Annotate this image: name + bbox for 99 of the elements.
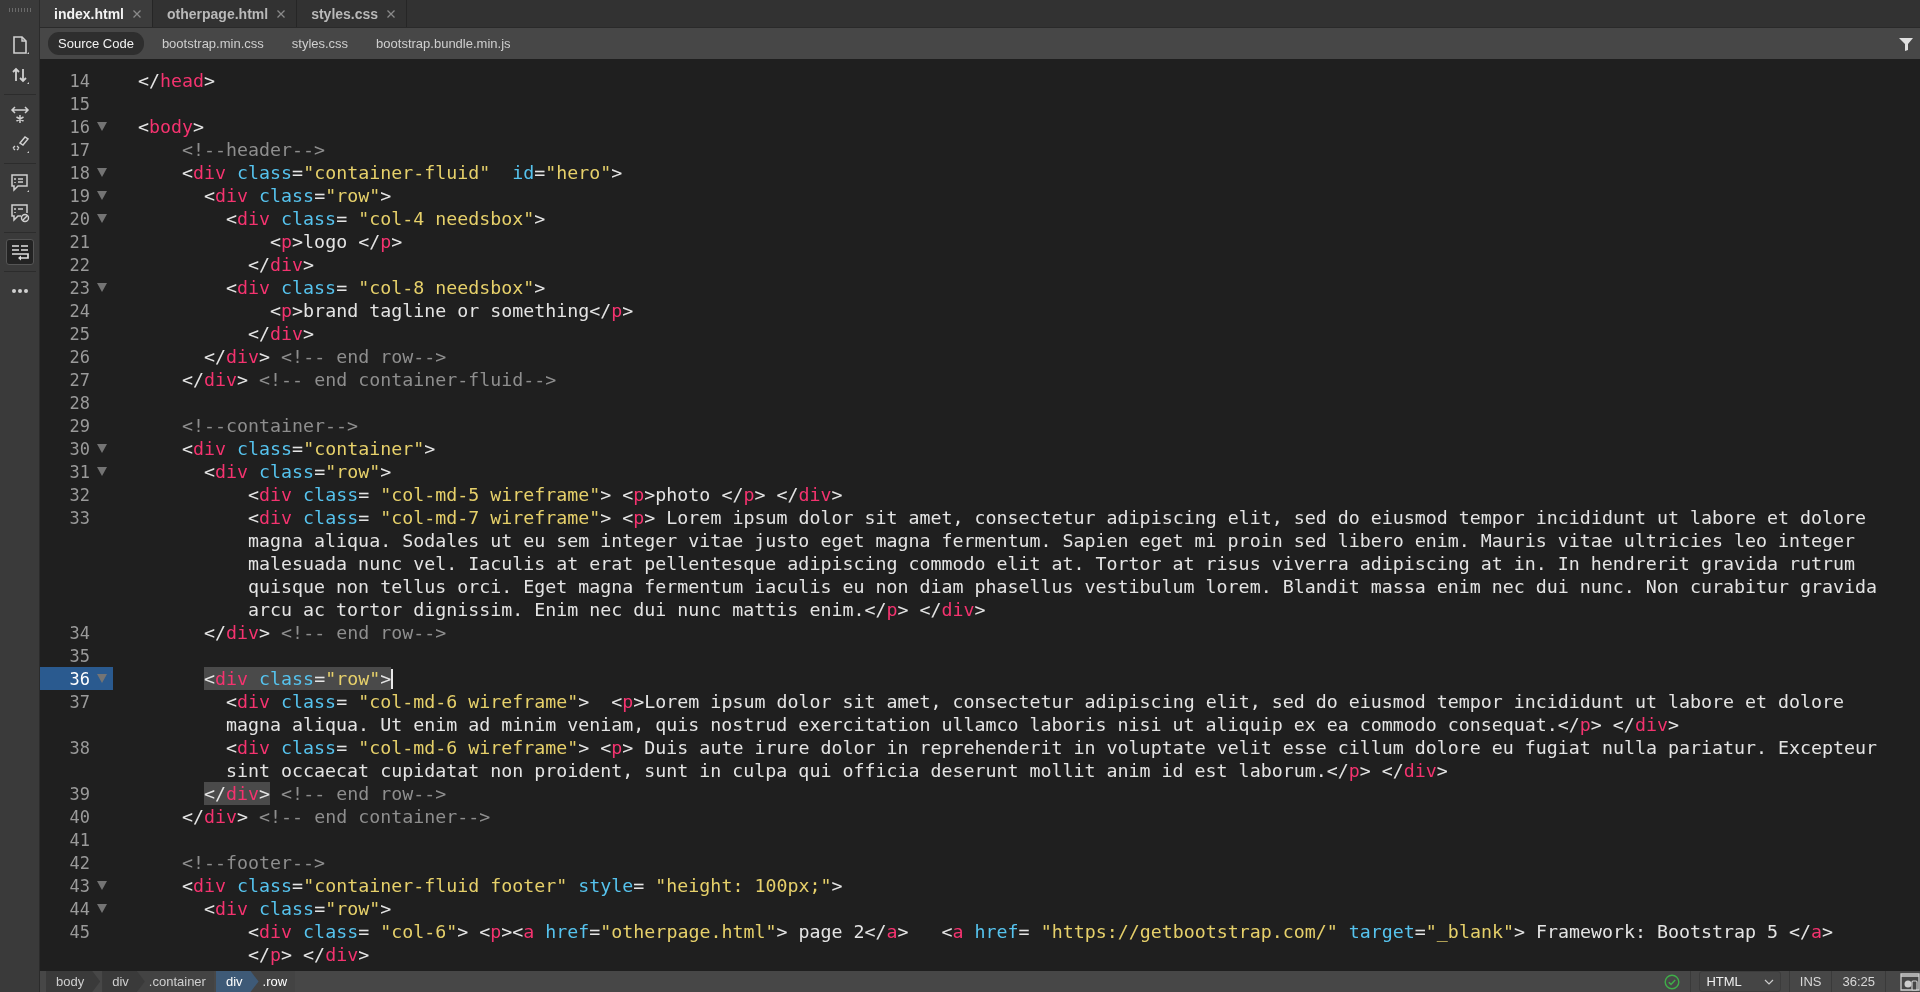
breadcrumb[interactable]: body	[46, 971, 101, 992]
code-line: magna aliqua. Ut enim ad minim veniam, quis nostrud exercitation ullamco laboris nisi ut aliquip ex ea commodo consequat.</p> </div>	[225, 713, 1679, 736]
code-line: <div class= "col-md-6 wireframe"> <p>Lorem ipsum dolor sit amet, consectetur adipiscing elit, sed do eiusmod tempor incididunt ut labore et dolore	[225, 690, 1844, 713]
fold-arrow-icon[interactable]	[96, 904, 107, 913]
code-line: </div> <!-- end container-fluid-->	[181, 368, 557, 391]
close-icon[interactable]	[132, 8, 142, 19]
line-number: 22	[68, 254, 90, 275]
line-number: 28	[68, 392, 90, 413]
related-file-tab[interactable]: styles.css	[281, 32, 359, 55]
line-number: 40	[68, 806, 90, 827]
related-file-tab[interactable]: bootstrap.bundle.min.js	[366, 32, 521, 55]
expand-arrows-icon	[9, 104, 30, 124]
line-number: 18	[68, 162, 90, 183]
code-line: </div>	[247, 253, 315, 276]
code-line: <p>logo </p>	[269, 230, 403, 253]
code-line: <div class= "col-6"> <p><a href="otherpage.html"> page 2</a> <a href= "https://getbootstrap.com/" target="_blank"> Framework: Bootstrap 5 </a>	[247, 920, 1834, 943]
code-line: </div> <!-- end container-->	[181, 805, 491, 828]
code-line: <div class= "col-4 needsbox">	[225, 207, 546, 230]
comment-icon	[9, 173, 30, 193]
more-icon	[11, 289, 28, 293]
close-icon[interactable]	[386, 8, 397, 19]
line-number: 32	[68, 484, 90, 505]
line-number: 27	[68, 369, 90, 390]
line-number: 42	[68, 852, 90, 873]
toolbar-button[interactable]	[5, 239, 34, 265]
line-number: 33	[68, 507, 90, 528]
code-line: <body>	[138, 115, 205, 138]
comment-off-icon	[9, 203, 30, 223]
line-number: 35	[68, 645, 90, 666]
code-line: <div class="row">	[203, 460, 392, 483]
code-line: </head>	[138, 69, 216, 92]
code-line: <div class= "col-md-5 wireframe"> <p>photo </p> </div>	[247, 483, 843, 506]
code-line: <p>brand tagline or something</p>	[269, 299, 634, 322]
line-number: 15	[68, 93, 90, 114]
code-line: <div class= "col-md-6 wireframe"> <p> Duis aute irure dolor in reprehenderit in voluptate velit esse cillum dolore eu fugiat nulla pariatur. Excepteur	[225, 736, 1878, 759]
code-line: <div class= "col-8 needsbox">	[225, 276, 546, 299]
line-number: 26	[68, 346, 90, 367]
insert-mode-label[interactable]: INS	[1788, 971, 1832, 992]
code-line: <div class="row">	[203, 184, 392, 207]
fold-arrow-icon[interactable]	[96, 881, 107, 890]
line-number: 24	[68, 300, 90, 321]
line-number: 21	[68, 231, 90, 252]
breadcrumb[interactable]: div .container	[102, 971, 214, 992]
related-file-tab[interactable]: bootstrap.min.css	[151, 32, 274, 55]
code-line: <div class="row">	[203, 897, 392, 920]
code-line: </div> <!-- end row-->	[203, 782, 447, 805]
close-icon[interactable]	[276, 8, 287, 19]
code-line: <div class= "col-md-7 wireframe"> <p> Lorem ipsum dolor sit amet, consectetur adipiscing elit, sed do eiusmod tempor incididunt ut labore et dolore	[247, 506, 1867, 529]
line-number: 31	[68, 461, 90, 482]
line-number: 36	[68, 668, 90, 689]
fold-arrow-icon[interactable]	[96, 214, 107, 223]
code-line: sint occaecat cupidatat non proident, sunt in culpa qui officia deserunt mollit anim id est laborum.</p> </div>	[225, 759, 1448, 782]
line-number: 34	[68, 622, 90, 643]
fold-arrow-icon[interactable]	[96, 168, 107, 177]
line-number: 25	[68, 323, 90, 344]
device-preview-icon[interactable]	[1900, 972, 1920, 991]
fold-arrow-icon[interactable]	[96, 444, 107, 453]
line-number: 45	[68, 921, 90, 942]
code-line: </div>	[247, 322, 315, 345]
line-number: 37	[68, 691, 90, 712]
wrap-lines-icon	[9, 242, 30, 262]
filter-icon[interactable]	[1898, 35, 1914, 52]
cursor-position: 36:25	[1831, 971, 1885, 992]
line-number: 17	[68, 139, 90, 160]
code-line: <div class="container">	[181, 437, 436, 460]
line-number: 30	[68, 438, 90, 459]
code-line: </div> <!-- end row-->	[203, 621, 447, 644]
line-number: 41	[68, 829, 90, 850]
code-line: magna aliqua. Sodales ut eu sem integer vitae justo eget magna fermentum. Sapien eget mi proin sed libero enim. Mauris vitae ultricies leo integer	[247, 529, 1855, 552]
line-number: 38	[68, 737, 90, 758]
breadcrumb[interactable]: div .row	[215, 971, 296, 992]
code-line: <!--header-->	[181, 138, 326, 161]
line-number: 20	[68, 208, 90, 229]
fold-arrow-icon[interactable]	[96, 191, 107, 200]
code-line: </p> </div>	[247, 943, 370, 966]
code-line: <div class="container-fluid" id="hero">	[181, 161, 623, 184]
line-number: 44	[68, 898, 90, 919]
related-file-tab[interactable]: Source Code	[48, 32, 144, 55]
fold-arrow-icon[interactable]	[96, 467, 107, 476]
language-dropdown[interactable]: HTML	[1699, 971, 1781, 992]
line-number: 43	[68, 875, 90, 896]
panel-grip[interactable]	[8, 8, 31, 12]
line-number: 14	[68, 70, 90, 91]
code-line: malesuada nunc vel. Iaculis at erat pellentesque adipiscing commodo elit at. Tortor at risus viverra adipiscing at in. In hendrerit gravida rutrum	[247, 552, 1855, 575]
code-line: </div> <!-- end row-->	[203, 345, 447, 368]
line-number: 16	[68, 116, 90, 137]
line-number: 19	[68, 185, 90, 206]
code-line: <!--container-->	[181, 414, 359, 437]
line-number: 29	[68, 415, 90, 436]
file-tab[interactable]: index.html	[40, 0, 153, 27]
fold-arrow-icon[interactable]	[96, 283, 107, 292]
line-number: 39	[68, 783, 90, 804]
code-line: arcu ac tortor dignissim. Enim nec dui nunc mattis enim.</p> </div>	[247, 598, 986, 621]
fold-arrow-icon[interactable]	[96, 122, 107, 131]
chevron-down-icon	[1763, 978, 1774, 985]
code-line: <!--footer-->	[181, 851, 326, 874]
code-line: <div class="container-fluid footer" style= "height: 100px;">	[181, 874, 843, 897]
line-number: 23	[68, 277, 90, 298]
code-line: quisque non tellus orci. Eget magna fermentum iaculis eu non diam phasellus vestibulum lorem. Blandit massa enim nec dui nunc. Non curabitur gravida	[247, 575, 1877, 598]
